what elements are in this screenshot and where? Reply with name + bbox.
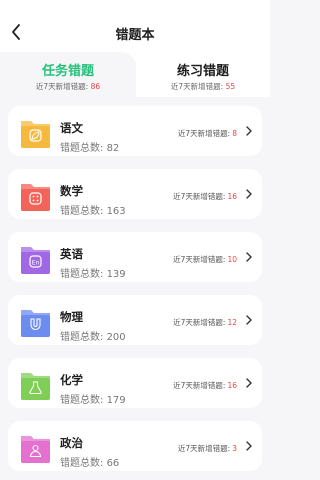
chevron-right-icon [246, 378, 252, 388]
chevron-right-icon [246, 189, 252, 199]
total-value: 66 [106, 458, 120, 469]
tab-recent-label: 近7天新增错题: [170, 82, 224, 91]
recent-label: 近7天新增错题: [177, 444, 231, 453]
page-title: 错题本 [115, 28, 155, 43]
folder-icon [21, 373, 50, 400]
total-label: 错题总数: [60, 269, 104, 280]
subject-name: 政治 [60, 436, 83, 450]
tab-recent-count: 55 [225, 82, 236, 91]
recent-value: 16 [227, 381, 237, 390]
total-value: 163 [106, 206, 126, 217]
subject-name: 语文 [60, 121, 83, 135]
subject-total: 错题总数: 200 [60, 328, 126, 343]
subject-recent: 近7天新增错题: 3 [178, 443, 237, 454]
tab-recent-label: 近7天新增错题: [35, 82, 89, 91]
recent-label: 近7天新增错题: [173, 318, 226, 327]
folder-icon [21, 184, 50, 211]
tab-label: 任务错题 [41, 64, 94, 79]
tab-recent-summary: 近7天新增错题: 55 [136, 81, 270, 92]
recent-value: 12 [227, 318, 237, 327]
subject-recent: 近7天新增错题: 16 [173, 380, 237, 391]
tab-bar: 任务错题 近7天新增错题: 86 练习错题 近7天新增错题: 55 [0, 52, 270, 97]
chevron-right-icon [246, 441, 252, 451]
header: 错题本 [0, 0, 270, 52]
chevron-right-icon [246, 126, 252, 136]
total-value: 139 [106, 269, 126, 280]
subject-recent: 近7天新增错题: 16 [173, 191, 237, 202]
folder-icon [21, 436, 50, 463]
recent-label: 近7天新增错题: [173, 192, 226, 201]
subject-total: 错题总数: 139 [60, 265, 126, 280]
subject-card-english[interactable]: En 英语 错题总数: 139 近7天新增错题: 10 [8, 232, 262, 282]
svg-text:En: En [32, 260, 40, 267]
subject-card-physics[interactable]: 物理 错题总数: 200 近7天新增错题: 12 [8, 295, 262, 345]
subject-recent: 近7天新增错题: 10 [173, 254, 237, 265]
subject-card-chinese[interactable]: 语文 错题总数: 82 近7天新增错题: 8 [8, 106, 262, 156]
subject-recent: 近7天新增错题: 8 [178, 128, 237, 139]
tab-task-mistakes[interactable]: 任务错题 近7天新增错题: 86 [0, 52, 136, 97]
tab-recent-count: 86 [90, 82, 101, 91]
total-value: 179 [106, 395, 126, 406]
subject-name: 物理 [60, 310, 83, 324]
chevron-right-icon [246, 252, 252, 262]
subject-name: 英语 [60, 247, 83, 261]
folder-icon [21, 121, 50, 148]
total-label: 错题总数: [60, 206, 104, 217]
folder-icon: En [21, 247, 50, 274]
subject-total: 错题总数: 163 [60, 202, 126, 217]
folder-icon [21, 310, 50, 337]
total-label: 错题总数: [60, 332, 104, 343]
total-label: 错题总数: [60, 458, 104, 469]
total-value: 200 [106, 332, 126, 343]
subject-recent: 近7天新增错题: 12 [173, 317, 237, 328]
tab-label: 练习错题 [176, 64, 229, 79]
recent-value: 3 [232, 444, 237, 453]
total-label: 错题总数: [60, 395, 104, 406]
subject-total: 错题总数: 66 [60, 454, 119, 469]
subject-total: 错题总数: 82 [60, 139, 119, 154]
recent-label: 近7天新增错题: [173, 255, 226, 264]
subject-name: 化学 [60, 373, 83, 387]
chevron-right-icon [246, 315, 252, 325]
subject-card-politics[interactable]: 政治 错题总数: 66 近7天新增错题: 3 [8, 421, 262, 471]
tab-practice-mistakes[interactable]: 练习错题 近7天新增错题: 55 [136, 52, 270, 97]
total-value: 82 [106, 143, 120, 154]
recent-value: 16 [227, 192, 237, 201]
recent-value: 10 [227, 255, 237, 264]
recent-value: 8 [232, 129, 237, 138]
subject-card-math[interactable]: 数学 错题总数: 163 近7天新增错题: 16 [8, 169, 262, 219]
recent-label: 近7天新增错题: [173, 381, 226, 390]
recent-label: 近7天新增错题: [177, 129, 231, 138]
tab-recent-summary: 近7天新增错题: 86 [0, 81, 136, 92]
subject-total: 错题总数: 179 [60, 391, 126, 406]
subject-name: 数学 [60, 184, 83, 198]
total-label: 错题总数: [60, 143, 104, 154]
subject-card-chemistry[interactable]: 化学 错题总数: 179 近7天新增错题: 16 [8, 358, 262, 408]
